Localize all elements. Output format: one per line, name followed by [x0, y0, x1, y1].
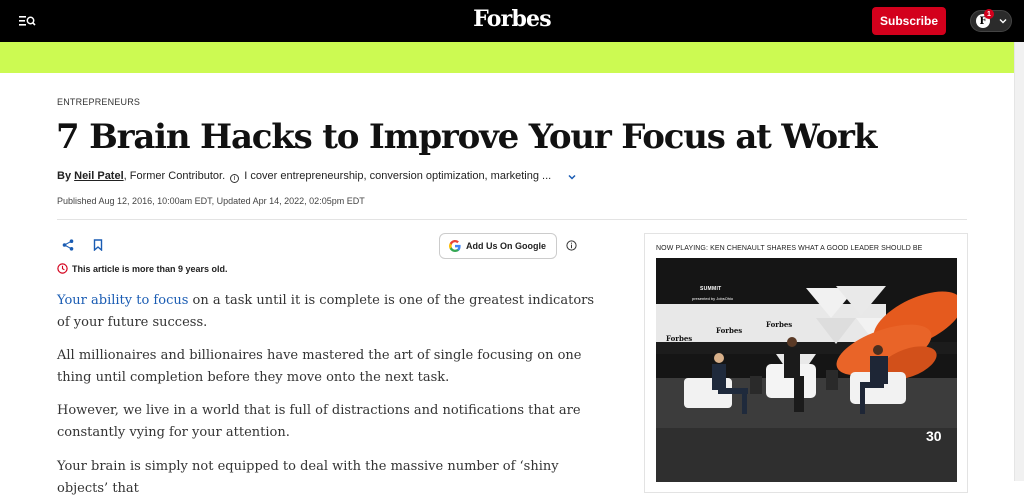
article-category[interactable]: ENTREPRENEURS — [57, 97, 140, 107]
byline-prefix: By — [57, 170, 72, 182]
paragraph: All millionaires and billionaires have m… — [57, 345, 597, 389]
paragraph: Your ability to focus on a task until it… — [57, 290, 597, 334]
video-presenter-text: presented by JobsOhio — [692, 296, 734, 301]
divider — [57, 219, 967, 220]
video-backdrop-text: SUMMIT — [700, 286, 722, 292]
info-icon[interactable] — [566, 240, 577, 251]
byline: By Neil Patel, Former Contributor. i I c… — [57, 170, 551, 183]
article-age-notice: This article is more than 9 years old. — [57, 263, 228, 274]
profile-menu-button[interactable]: F 1 — [970, 9, 1012, 32]
paragraph-text: However, we live in a world that is full… — [57, 403, 581, 440]
advertisement-banner — [0, 42, 1014, 73]
now-playing-label: NOW PLAYING: KEN CHENAULT SHARES WHAT A … — [656, 245, 923, 252]
author-bio: I cover entrepreneurship, conversion opt… — [244, 170, 552, 182]
google-button-label: Add Us On Google — [466, 241, 546, 251]
paragraph-text: All millionaires and billionaires have m… — [57, 348, 582, 385]
info-icon: i — [230, 174, 240, 183]
chevron-down-icon — [999, 19, 1007, 24]
paragraph: However, we live in a world that is full… — [57, 400, 597, 444]
published-date: Published Aug 12, 2016, 10:00am EDT, Upd… — [57, 196, 365, 206]
scrollbar[interactable] — [1014, 42, 1024, 481]
notification-badge: 1 — [984, 9, 994, 19]
stage-brand-text: Forbes — [766, 320, 793, 329]
stage-brand-text: Forbes — [666, 334, 693, 343]
video-player[interactable]: SUMMIT presented by JobsOhio Forbes Forb… — [656, 258, 957, 482]
expand-bio-chevron-icon[interactable] — [567, 172, 577, 182]
forbes-logo[interactable]: Forbes — [0, 6, 1024, 32]
inline-link[interactable]: Your ability to focus — [57, 293, 188, 308]
paragraph: Your brain is simply not equipped to dea… — [57, 456, 597, 500]
add-us-on-google-button[interactable]: Add Us On Google — [439, 233, 557, 259]
age-notice-text: This article is more than 9 years old. — [72, 263, 228, 274]
clock-icon — [57, 263, 68, 274]
video-channel-badge: 30 — [926, 428, 942, 444]
google-icon — [449, 240, 461, 252]
article-title: 7 Brain Hacks to Improve Your Focus at W… — [56, 117, 877, 157]
article-content: ENTREPRENEURS 7 Brain Hacks to Improve Y… — [0, 73, 1014, 496]
share-icon[interactable] — [62, 239, 74, 251]
stage-brand-text: Forbes — [716, 326, 743, 335]
bookmark-icon[interactable] — [93, 239, 103, 251]
paragraph-text: Your brain is simply not equipped to dea… — [57, 459, 559, 496]
subscribe-button[interactable]: Subscribe — [872, 7, 946, 35]
video-player-card: NOW PLAYING: KEN CHENAULT SHARES WHAT A … — [644, 233, 968, 493]
author-link[interactable]: Neil Patel — [74, 170, 124, 182]
top-navigation-bar: Forbes Subscribe F 1 — [0, 0, 1024, 42]
author-role: , Former Contributor. — [123, 170, 226, 182]
